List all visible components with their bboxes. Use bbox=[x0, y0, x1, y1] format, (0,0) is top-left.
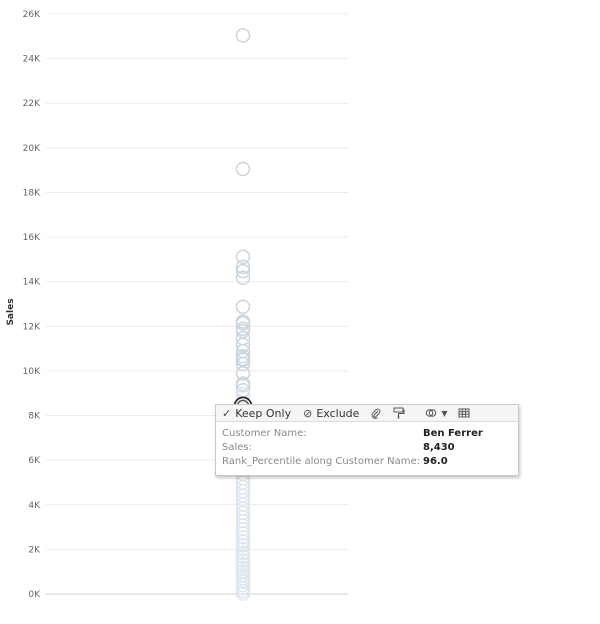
group-members-button[interactable] bbox=[371, 408, 381, 419]
create-set-button[interactable] bbox=[425, 407, 437, 419]
data-point[interactable] bbox=[235, 161, 251, 177]
y-tick-label: 26K bbox=[23, 10, 41, 20]
y-tick-label: 20K bbox=[23, 144, 41, 154]
sales-scatter-chart[interactable]: 0K 2K 4K 6K 8K 10K 12K 14K 16K 18K 20K 22K 24K 26K Sa… bbox=[0, 0, 600, 624]
y-tick-label: 6K bbox=[28, 456, 41, 466]
y-tick-label: 2K bbox=[28, 545, 41, 555]
tooltip-row-sales: Sales: 8,430 bbox=[222, 441, 518, 455]
y-tick-label: 12K bbox=[23, 322, 41, 332]
field-label: Rank_Percentile along Customer Name: bbox=[222, 456, 421, 467]
y-tick-label: 0K bbox=[28, 590, 41, 600]
tooltip: ✓ Keep Only ⊘ Exclude ▼ Customer Name: B… bbox=[215, 404, 519, 476]
y-tick-label: 18K bbox=[23, 188, 41, 198]
format-button[interactable] bbox=[393, 407, 405, 419]
view-data-button[interactable] bbox=[458, 408, 470, 418]
data-point[interactable] bbox=[235, 28, 251, 43]
exclude-button[interactable]: ⊘ Exclude bbox=[303, 407, 359, 420]
data-points[interactable] bbox=[233, 28, 253, 601]
view-data-icon bbox=[458, 408, 470, 418]
tooltip-fields: Customer Name: Ben Ferrer Sales: 8,430 R… bbox=[216, 422, 518, 469]
keep-only-label: Keep Only bbox=[235, 406, 292, 420]
y-tick-label: 14K bbox=[23, 278, 41, 288]
y-tick-label: 24K bbox=[23, 55, 41, 65]
data-point[interactable] bbox=[235, 366, 251, 381]
y-axis-title: Sales bbox=[6, 298, 16, 325]
chevron-down-icon[interactable]: ▼ bbox=[441, 409, 447, 418]
checkmark-icon: ✓ bbox=[222, 406, 232, 420]
tooltip-row-rank-percentile: Rank_Percentile along Customer Name: 96.… bbox=[222, 455, 518, 469]
y-tick-label: 16K bbox=[23, 233, 41, 243]
field-value: Ben Ferrer bbox=[423, 428, 483, 439]
sets-icon bbox=[426, 409, 437, 417]
y-tick-label: 10K bbox=[23, 367, 41, 377]
exclude-label: Exclude bbox=[316, 406, 360, 420]
paint-roller-icon bbox=[393, 407, 405, 419]
paperclip-icon bbox=[372, 408, 381, 419]
keep-only-button[interactable]: ✓ Keep Only bbox=[222, 407, 291, 420]
y-tick-label: 8K bbox=[28, 412, 41, 422]
field-value: 96.0 bbox=[423, 456, 448, 467]
tooltip-toolbar: ✓ Keep Only ⊘ Exclude ▼ bbox=[216, 405, 518, 422]
field-value: 8,430 bbox=[423, 442, 455, 453]
data-point[interactable] bbox=[235, 299, 251, 315]
gridlines bbox=[46, 13, 348, 595]
exclude-icon: ⊘ bbox=[303, 406, 313, 420]
tooltip-row-customer: Customer Name: Ben Ferrer bbox=[222, 427, 518, 441]
y-axis-ticks: 0K 2K 4K 6K 8K 10K 12K 14K 16K 18K 20K 22K 24K 26K bbox=[23, 10, 41, 600]
field-label: Sales: bbox=[222, 442, 252, 453]
y-tick-label: 4K bbox=[28, 501, 41, 511]
y-tick-label: 22K bbox=[23, 99, 41, 109]
field-label: Customer Name: bbox=[222, 428, 307, 439]
